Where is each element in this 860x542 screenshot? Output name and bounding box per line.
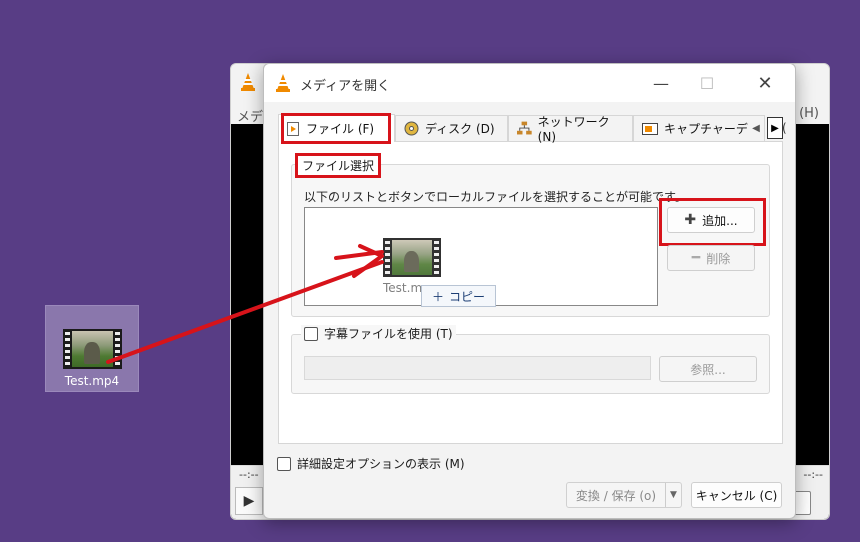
- close-button[interactable]: ✕: [742, 64, 788, 102]
- capture-icon: [642, 122, 658, 135]
- maximize-icon: ☐: [699, 73, 715, 93]
- tab-capture-label: キャプチャーデ: [664, 122, 748, 136]
- desktop-file-name: Test.mp4: [64, 374, 120, 388]
- dialog-titlebar: メディアを開く — ☐ ✕: [264, 64, 795, 102]
- tab-disc[interactable]: ディスク (D): [395, 115, 508, 141]
- convert-save-button[interactable]: 変換 / 保存 (o) ▼: [566, 482, 682, 508]
- play-icon: ▶: [243, 493, 255, 509]
- browse-button-label: 参照...: [690, 362, 726, 377]
- file-play-icon: [287, 121, 299, 136]
- subtitle-checkbox[interactable]: [304, 326, 318, 341]
- tab-capture[interactable]: キャプチャーデ: [633, 115, 765, 141]
- advanced-options-label: 詳細設定オプションの表示 (M): [297, 457, 465, 471]
- tab-scroll-left-button[interactable]: ◀: [748, 117, 764, 139]
- tab-file[interactable]: ファイル (F): [278, 114, 395, 142]
- remove-button-label: 削除: [706, 251, 731, 266]
- play-button[interactable]: ▶: [235, 487, 263, 515]
- minimize-icon: —: [653, 73, 669, 93]
- elapsed-time: --:--: [239, 468, 259, 481]
- dialog-title: メディアを開く: [300, 79, 391, 94]
- vlc-cone-icon: [276, 74, 290, 92]
- minimize-button[interactable]: —: [638, 64, 684, 102]
- minus-icon: ━: [691, 250, 701, 266]
- advanced-options-row[interactable]: 詳細設定オプションの表示 (M): [277, 455, 465, 472]
- file-list[interactable]: Test.m ＋ コピー: [304, 207, 658, 307]
- file-selection-legend: ファイル選択: [295, 153, 382, 178]
- plus-icon: ＋: [432, 289, 445, 304]
- tab-overflow-text: (: [782, 121, 787, 135]
- convert-save-label: 変換 / 保存 (o): [575, 488, 657, 503]
- subtitle-checkbox-row[interactable]: 字幕ファイルを使用 (T): [301, 325, 456, 342]
- chevron-left-icon: ◀: [752, 122, 760, 134]
- open-media-dialog: メディアを開く — ☐ ✕ ファイル選択 以下のリストとボタンでローカルファイル…: [263, 63, 796, 519]
- close-icon: ✕: [757, 72, 773, 94]
- tab-scroll-arrows: ◀ ▶: [748, 117, 783, 139]
- maximize-button[interactable]: ☐: [684, 64, 730, 102]
- drag-video-thumbnail-icon: [383, 238, 441, 277]
- disc-icon: [404, 121, 419, 136]
- dialog-tabs: ファイル (F) ディスク (D) ネットワーク (N) キャプチャーデ ◀ ▶…: [278, 114, 787, 144]
- advanced-options-checkbox[interactable]: [277, 456, 291, 471]
- browse-button[interactable]: 参照...: [659, 356, 757, 382]
- total-time: --:--: [803, 468, 823, 481]
- cancel-button-label: キャンセル (C): [695, 488, 778, 503]
- chevron-right-icon: ▶: [771, 122, 779, 134]
- copy-drop-badge: ＋ コピー: [421, 285, 497, 307]
- network-icon: [517, 121, 532, 135]
- tab-network[interactable]: ネットワーク (N): [508, 115, 633, 144]
- file-selection-hint: 以下のリストとボタンでローカルファイルを選択することが可能です。: [304, 190, 687, 204]
- tab-disc-label: ディスク (D): [425, 122, 495, 136]
- menu-help[interactable]: (H): [799, 106, 819, 121]
- tab-network-label: ネットワーク (N): [537, 115, 610, 144]
- desktop-file-icon[interactable]: Test.mp4: [45, 305, 139, 392]
- remove-button[interactable]: ━ 削除: [667, 245, 755, 271]
- video-thumbnail-icon: [63, 329, 122, 369]
- subtitle-checkbox-label: 字幕ファイルを使用 (T): [324, 327, 453, 341]
- chevron-down-icon[interactable]: ▼: [665, 483, 681, 507]
- add-button-highlight: [659, 198, 766, 246]
- cancel-button[interactable]: キャンセル (C): [691, 482, 782, 508]
- tab-panel: ファイル選択 以下のリストとボタンでローカルファイルを選択することが可能です。 …: [278, 141, 783, 444]
- tab-scroll-right-button[interactable]: ▶: [767, 117, 783, 139]
- drag-file-name: Test.m: [383, 281, 423, 295]
- copy-badge-label: コピー: [449, 289, 486, 304]
- tab-file-label: ファイル (F): [306, 122, 375, 136]
- subtitle-file-input[interactable]: [304, 356, 651, 380]
- vlc-cone-icon: [241, 73, 255, 91]
